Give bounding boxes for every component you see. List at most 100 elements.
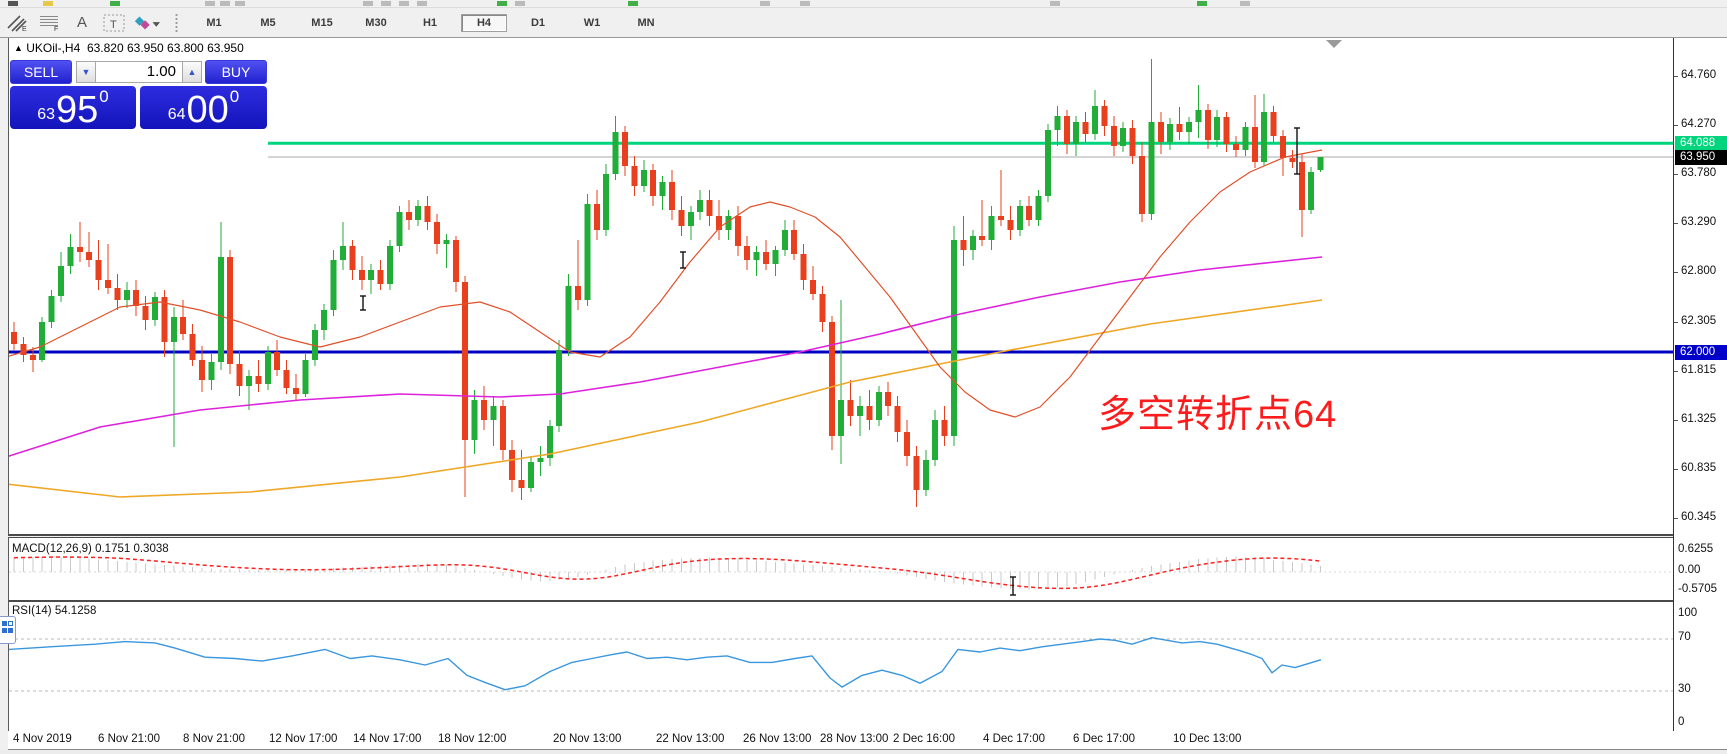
toolbar-fragment (417, 1, 427, 6)
candle-body (30, 355, 36, 360)
toolbar-fragment (381, 1, 391, 6)
ibeam-marker[interactable] (360, 296, 366, 310)
candle-body (1271, 112, 1277, 136)
candle-body (1158, 122, 1164, 142)
macd-signal-line (14, 557, 1321, 588)
price-tick-label: 61.815 (1681, 364, 1716, 376)
timeframe-button-h4[interactable]: H4 (461, 14, 507, 32)
candle-body (951, 240, 957, 436)
candle-body (989, 216, 995, 240)
toolbar-fragment (110, 1, 120, 6)
volume-increase-button[interactable]: ▲ (182, 61, 202, 83)
channel-icon[interactable]: E (4, 12, 32, 34)
buy-button[interactable]: BUY (205, 60, 267, 84)
candle-body (406, 212, 412, 220)
macd-axis-label: 0.6255 (1678, 543, 1713, 555)
buy-price-display[interactable]: 64 00 0 (140, 86, 267, 129)
candle-body (810, 280, 816, 294)
candle-body (519, 480, 525, 488)
time-label: 2 Dec 16:00 (893, 733, 955, 745)
text-icon[interactable]: A (68, 12, 96, 34)
timeframe-button-m1[interactable]: M1 (191, 14, 237, 32)
toolbar-fragment (760, 1, 770, 6)
timeframe-button-h1[interactable]: H1 (407, 14, 453, 32)
price-tick-label: 64.760 (1681, 69, 1716, 81)
candle-body (293, 388, 299, 394)
sell-button[interactable]: SELL (10, 60, 72, 84)
candle-body (274, 352, 280, 370)
candle-body (77, 247, 83, 252)
candle-body (284, 370, 290, 388)
toolbar-fragment (363, 1, 373, 6)
candle-body (1195, 110, 1201, 122)
toolbar-fragment (1050, 1, 1060, 6)
candle-body (500, 406, 506, 450)
candle-body (49, 296, 55, 322)
candle-body (1036, 196, 1042, 220)
volume-input[interactable]: 1.00 (95, 61, 183, 83)
candle-body (895, 406, 901, 432)
sell-price-big: 95 (56, 94, 98, 126)
candle-body (481, 400, 487, 420)
candle-body (1092, 106, 1098, 134)
price-tick (1674, 469, 1678, 470)
candle-body (453, 240, 459, 282)
price-tick (1674, 223, 1678, 224)
price-tick-label: 63.290 (1681, 216, 1716, 228)
sell-price-display[interactable]: 63 95 0 (10, 86, 136, 129)
toolbar-fragment (800, 1, 810, 6)
price-tick (1674, 371, 1678, 372)
toolbar-fragment (43, 1, 53, 6)
candle-body (208, 362, 214, 380)
toolbar-fragment (497, 1, 507, 6)
time-label: 28 Nov 13:00 (820, 733, 888, 745)
collapse-arrow-icon[interactable]: ▲ (14, 43, 23, 53)
candle-body (838, 400, 844, 436)
shapes-icon[interactable] (132, 12, 160, 34)
candle-body (622, 132, 628, 166)
price-tick-label: 62.305 (1681, 315, 1716, 327)
buy-price-small: 64 (168, 107, 186, 123)
candle-body (782, 230, 788, 250)
minimized-window-icon[interactable] (0, 616, 16, 644)
price-axis[interactable]: 64.76064.27063.78063.29062.80062.30561.8… (1673, 38, 1727, 731)
candle-body (960, 240, 966, 250)
rsi-panel[interactable] (8, 601, 1674, 732)
candle-body (218, 257, 224, 362)
candle-body (1120, 128, 1126, 146)
candle-body (1186, 122, 1192, 132)
candle-body (86, 252, 92, 260)
macd-panel[interactable] (8, 537, 1674, 602)
timeframe-button-m30[interactable]: M30 (353, 14, 399, 32)
fibonacci-icon[interactable]: F (36, 12, 64, 34)
price-tick (1674, 125, 1678, 126)
timeframe-button-m5[interactable]: M5 (245, 14, 291, 32)
candle-body (819, 294, 825, 322)
label-icon[interactable]: T (100, 12, 128, 34)
ibeam-marker[interactable] (680, 252, 686, 268)
candle-body (1167, 124, 1173, 142)
candle-body (1045, 130, 1051, 196)
candle-body (509, 450, 515, 480)
timeframe-button-w1[interactable]: W1 (569, 14, 615, 32)
time-label: 22 Nov 13:00 (656, 733, 724, 745)
time-axis[interactable]: 4 Nov 20196 Nov 21:008 Nov 21:0012 Nov 1… (8, 731, 1727, 750)
sell-price-small: 63 (37, 107, 55, 123)
timeframe-button-d1[interactable]: D1 (515, 14, 561, 32)
rsi-chart (9, 602, 1674, 729)
candle-body (67, 247, 73, 266)
time-label: 8 Nov 21:00 (183, 733, 245, 745)
price-tick (1674, 322, 1678, 323)
chart-shift-marker-icon[interactable] (1326, 40, 1342, 48)
volume-decrease-button[interactable]: ▼ (76, 61, 96, 83)
candle-body (1083, 122, 1089, 134)
timeframe-button-mn[interactable]: MN (623, 14, 669, 32)
candle-body (265, 352, 271, 384)
timeframe-button-m15[interactable]: M15 (299, 14, 345, 32)
toolbar-fragment (235, 1, 245, 6)
price-tick (1674, 272, 1678, 273)
candle-body (96, 260, 102, 280)
candle-body (58, 266, 64, 296)
chart-annotation-text[interactable]: 多空转折点64 (1098, 383, 1337, 438)
time-label: 18 Nov 12:00 (438, 733, 506, 745)
